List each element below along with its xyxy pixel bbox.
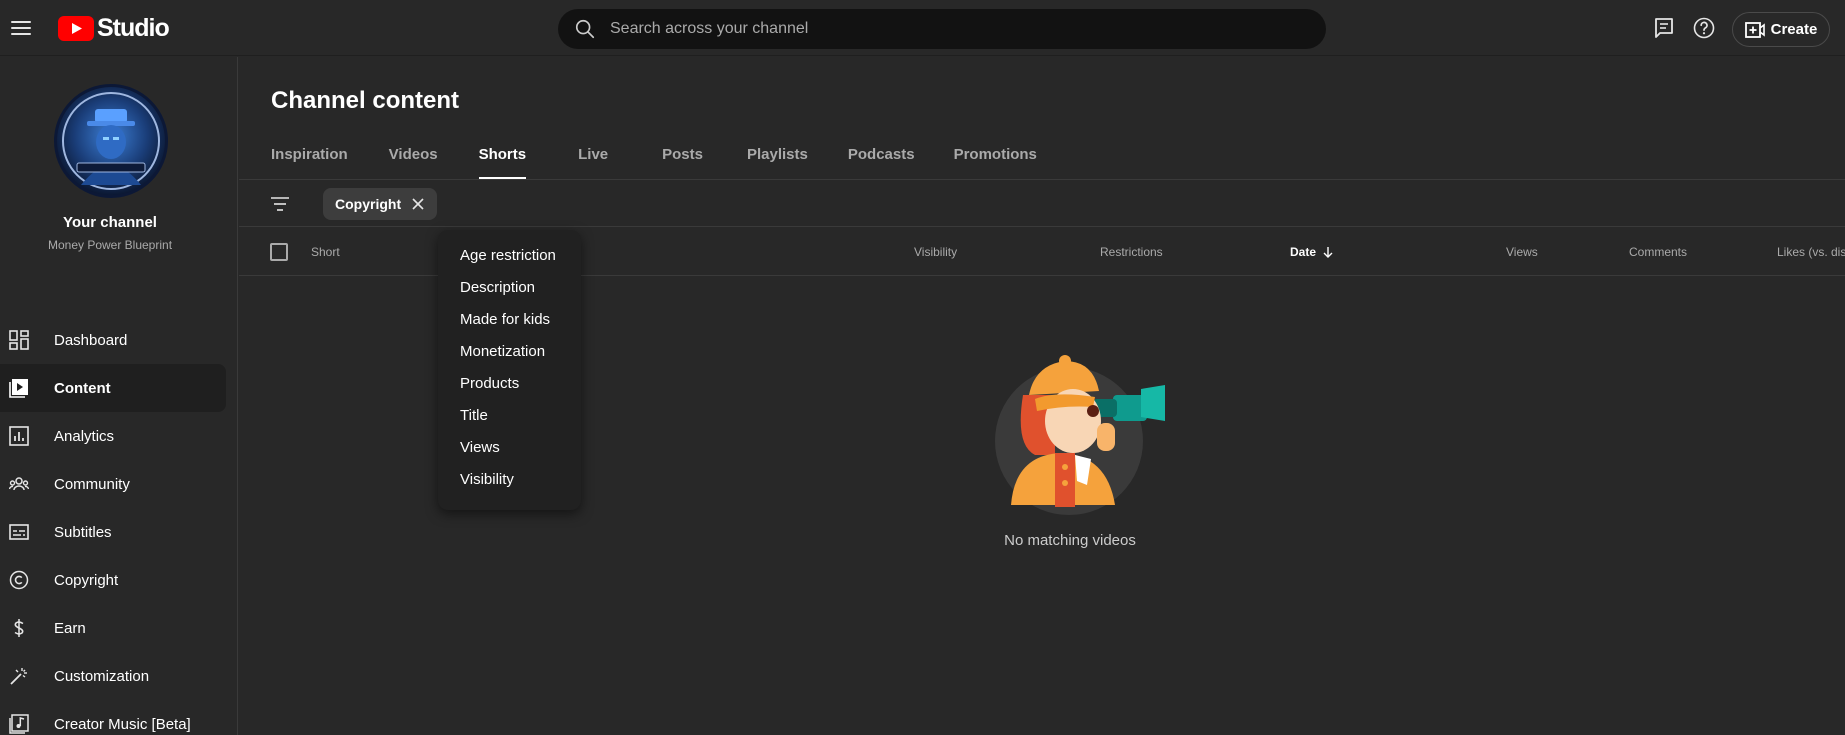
column-views: Views xyxy=(1506,245,1538,259)
youtube-logo-icon xyxy=(58,15,94,41)
sidebar-item-subtitles[interactable]: Subtitles xyxy=(0,508,226,556)
sidebar-item-label: Analytics xyxy=(54,427,115,445)
search-bar[interactable] xyxy=(558,9,1326,49)
sidebar-item-analytics[interactable]: Analytics xyxy=(0,412,226,460)
sidebar-item-content[interactable]: Content xyxy=(0,364,226,412)
sidebar-item-creator-music[interactable]: Creator Music [Beta] xyxy=(0,700,226,735)
dollar-icon xyxy=(14,619,24,637)
filter-option-description[interactable]: Description xyxy=(438,272,581,304)
sidebar-item-community[interactable]: Community xyxy=(0,460,226,508)
filter-option-made-for-kids[interactable]: Made for kids xyxy=(438,304,581,336)
filter-option-monetization[interactable]: Monetization xyxy=(438,336,581,368)
tab-podcasts[interactable]: Podcasts xyxy=(848,136,915,180)
channel-avatar[interactable] xyxy=(54,84,168,198)
column-likes: Likes (vs. dislikes) xyxy=(1777,245,1845,259)
column-restrictions: Restrictions xyxy=(1100,245,1163,259)
sidebar-item-customization[interactable]: Customization xyxy=(0,652,226,700)
sidebar-item-label: Copyright xyxy=(54,571,119,589)
content-tabs: Inspiration Videos Shorts Live Posts Pla… xyxy=(271,136,1037,180)
tab-posts[interactable]: Posts xyxy=(662,136,703,180)
tab-inspiration[interactable]: Inspiration xyxy=(271,136,348,180)
filter-dropdown-menu: Age restriction Description Made for kid… xyxy=(438,230,581,510)
channel-title[interactable]: Your channel xyxy=(0,214,220,231)
magic-wand-icon xyxy=(10,668,27,685)
filter-icon[interactable] xyxy=(269,193,291,215)
search-input[interactable] xyxy=(610,11,1326,47)
logo-text: Studio xyxy=(97,14,170,42)
tab-videos[interactable]: Videos xyxy=(389,136,438,180)
column-short: Short xyxy=(311,245,340,259)
sort-down-icon xyxy=(1323,247,1333,258)
sidebar-nav: Dashboard Content Analytics Community Su… xyxy=(0,316,226,735)
menu-icon[interactable] xyxy=(9,16,33,40)
filter-bar: Copyright xyxy=(239,180,1845,227)
create-label: Create xyxy=(1770,21,1818,38)
copyright-icon xyxy=(9,570,29,590)
filter-chip-label: Copyright xyxy=(335,196,402,212)
sidebar-item-label: Subtitles xyxy=(54,523,112,541)
empty-state-message: No matching videos xyxy=(1004,532,1136,549)
subtitles-icon xyxy=(9,524,29,540)
detective-binoculars-illustration xyxy=(995,355,1165,515)
filter-option-views[interactable]: Views xyxy=(438,432,581,464)
tab-playlists[interactable]: Playlists xyxy=(747,136,808,180)
column-date[interactable]: Date xyxy=(1290,245,1334,259)
music-note-icon xyxy=(9,714,29,734)
sidebar-item-dashboard[interactable]: Dashboard xyxy=(0,316,226,364)
column-visibility: Visibility xyxy=(914,245,958,259)
sidebar-item-label: Customization xyxy=(54,667,150,685)
search-icon xyxy=(575,19,595,39)
help-icon[interactable] xyxy=(1692,16,1716,40)
sidebar-item-label: Creator Music [Beta] xyxy=(54,715,191,733)
filter-option-title[interactable]: Title xyxy=(438,400,581,432)
studio-logo[interactable]: Studio xyxy=(58,14,170,42)
filter-option-age-restriction[interactable]: Age restriction xyxy=(438,240,581,272)
tab-live[interactable]: Live xyxy=(578,136,608,180)
create-video-icon xyxy=(1744,21,1765,38)
close-icon[interactable] xyxy=(411,197,425,211)
tab-shorts[interactable]: Shorts xyxy=(478,136,526,180)
sidebar-item-earn[interactable]: Earn xyxy=(0,604,226,652)
sidebar-item-copyright[interactable]: Copyright xyxy=(0,556,226,604)
create-button[interactable]: Create xyxy=(1732,12,1830,47)
feedback-icon[interactable] xyxy=(1652,16,1676,40)
community-icon xyxy=(9,477,29,491)
sidebar-item-label: Content xyxy=(54,379,111,397)
column-date-label: Date xyxy=(1290,245,1317,259)
sidebar: Your channel Money Power Blueprint Dashb… xyxy=(0,57,238,735)
column-comments: Comments xyxy=(1629,245,1688,259)
tab-promotions[interactable]: Promotions xyxy=(954,136,1037,180)
sidebar-item-label: Dashboard xyxy=(54,331,128,349)
dashboard-icon xyxy=(9,330,29,350)
sidebar-item-label: Earn xyxy=(54,619,86,637)
filter-option-visibility[interactable]: Visibility xyxy=(438,464,581,496)
filter-chip-copyright[interactable]: Copyright xyxy=(323,188,438,220)
content-icon xyxy=(9,379,28,398)
top-bar: Studio Create xyxy=(0,0,1845,56)
filter-option-products[interactable]: Products xyxy=(438,368,581,400)
select-all-checkbox[interactable] xyxy=(270,243,288,261)
avatar-image xyxy=(62,92,160,190)
page-title: Channel content xyxy=(271,87,460,114)
analytics-icon xyxy=(9,426,29,446)
channel-name: Money Power Blueprint xyxy=(47,238,173,252)
sidebar-item-label: Community xyxy=(54,475,130,493)
